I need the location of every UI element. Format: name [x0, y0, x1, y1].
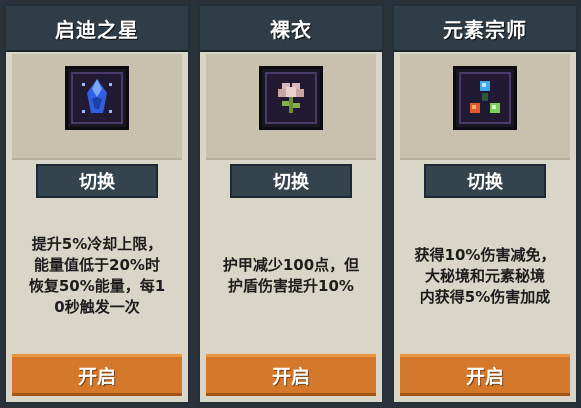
talent-card-list: 启迪之星 切换 提升5%冷却上限， 能量值低于20%时 恢复50%能量，每1 0…: [0, 0, 581, 408]
flower-sprout-icon: [259, 66, 323, 130]
card-title: 元素宗师: [443, 17, 527, 42]
card-header: 裸衣: [200, 6, 382, 52]
blue-crystal-icon: [65, 66, 129, 130]
icon-panel: [206, 54, 376, 160]
switch-button[interactable]: 切换: [424, 164, 546, 198]
open-button[interactable]: 开启: [12, 354, 182, 396]
card-description: 提升5%冷却上限， 能量值低于20%时 恢复50%能量，每1 0秒触发一次: [14, 204, 180, 348]
card-description: 护甲减少100点，但 护盾伤害提升10%: [208, 204, 374, 348]
switch-button[interactable]: 切换: [230, 164, 352, 198]
card-description: 获得10%伤害减免， 大秘境和元素秘境 内获得5%伤害加成: [402, 204, 568, 348]
talent-card-enlightenment-star: 启迪之星 切换 提升5%冷却上限， 能量值低于20%时 恢复50%能量，每1 0…: [4, 4, 190, 404]
card-header: 启迪之星: [6, 6, 188, 52]
switch-button[interactable]: 切换: [36, 164, 158, 198]
card-title: 启迪之星: [55, 17, 139, 42]
open-button[interactable]: 开启: [400, 354, 570, 396]
talent-card-elemental-master: 元素宗师 切换 获得10%伤害减免， 大秘境和元素秘境 内获得5%伤害加成 开启: [392, 4, 578, 404]
description-text: 提升5%冷却上限， 能量值低于20%时 恢复50%能量，每1 0秒触发一次: [28, 235, 166, 316]
talent-card-bare-clothes: 裸衣 切换 护甲减少100点，但 护盾伤害提升10% 开启: [198, 4, 384, 404]
icon-panel: [400, 54, 570, 160]
elemental-orbs-icon: [453, 66, 517, 130]
card-title: 裸衣: [270, 17, 312, 42]
card-header: 元素宗师: [394, 6, 576, 52]
icon-panel: [12, 54, 182, 160]
description-text: 获得10%伤害减免， 大秘境和元素秘境 内获得5%伤害加成: [414, 245, 556, 306]
description-text: 护甲减少100点，但 护盾伤害提升10%: [222, 256, 360, 295]
open-button[interactable]: 开启: [206, 354, 376, 396]
